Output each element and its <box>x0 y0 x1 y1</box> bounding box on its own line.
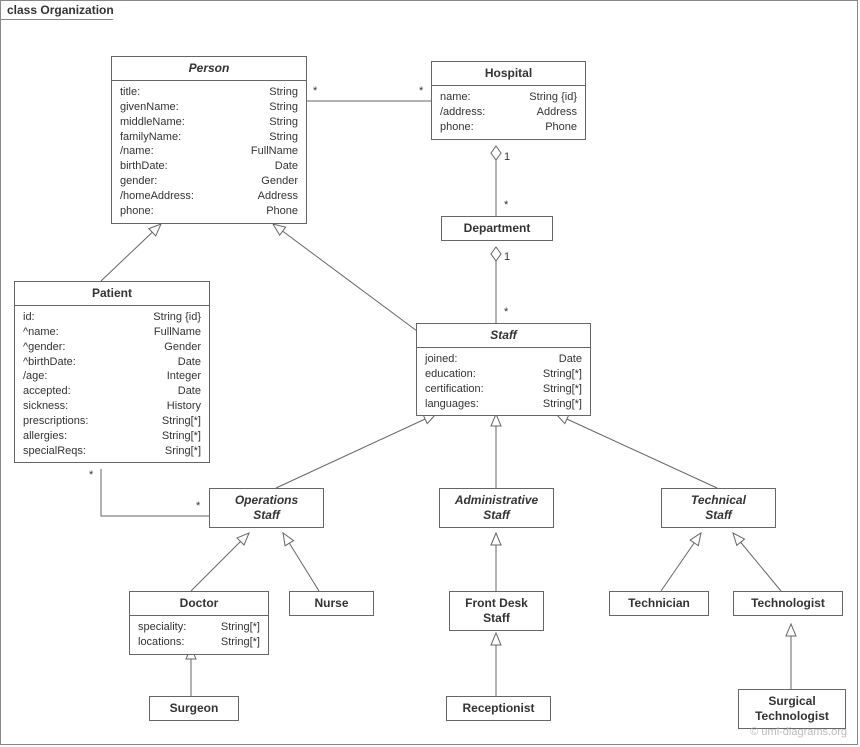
class-surgical-technologist-name: Surgical Technologist <box>739 690 845 728</box>
attribute-row: education:String[*] <box>425 367 582 382</box>
class-nurse-name: Nurse <box>290 592 373 615</box>
attribute-row: /age:Integer <box>23 369 201 384</box>
class-person-name: Person <box>112 57 306 81</box>
attribute-row: birthDate:Date <box>120 159 298 174</box>
class-technical-staff: Technical Staff <box>661 488 776 528</box>
class-staff-name: Staff <box>417 324 590 348</box>
class-hospital-name: Hospital <box>432 62 585 86</box>
class-surgeon: Surgeon <box>149 696 239 721</box>
attribute-row: /name:FullName <box>120 144 298 159</box>
class-doctor-name: Doctor <box>130 592 268 616</box>
class-patient-name: Patient <box>15 282 209 306</box>
class-operations-staff: Operations Staff <box>209 488 324 528</box>
class-department: Department <box>441 216 553 241</box>
class-nurse: Nurse <box>289 591 374 616</box>
attribute-row: gender:Gender <box>120 174 298 189</box>
attribute-row: /homeAddress:Address <box>120 189 298 204</box>
class-front-desk-staff: Front Desk Staff <box>449 591 544 631</box>
attribute-row: phone:Phone <box>120 204 298 219</box>
class-technologist: Technologist <box>733 591 843 616</box>
class-staff-attrs: joined:Dateeducation:String[*]certificat… <box>417 348 590 415</box>
class-receptionist-name: Receptionist <box>447 697 550 720</box>
attribute-row: specialReqs:Sring[*] <box>23 444 201 459</box>
class-person: Person title:StringgivenName:Stringmiddl… <box>111 56 307 224</box>
class-department-name: Department <box>442 217 552 240</box>
class-administrative-staff-name: Administrative Staff <box>440 489 553 527</box>
mult-patient-ops-left: * <box>89 469 93 481</box>
mult-patient-ops-right: * <box>196 500 200 512</box>
attribute-row: middleName:String <box>120 115 298 130</box>
mult-hospital-dept-star: * <box>504 199 508 211</box>
class-person-attrs: title:StringgivenName:StringmiddleName:S… <box>112 81 306 223</box>
mult-person-hospital-right: * <box>419 85 423 97</box>
class-front-desk-staff-name: Front Desk Staff <box>450 592 543 630</box>
class-staff: Staff joined:Dateeducation:String[*]cert… <box>416 323 591 416</box>
watermark: © uml-diagrams.org <box>750 726 847 738</box>
class-technical-staff-name: Technical Staff <box>662 489 775 527</box>
class-operations-staff-name: Operations Staff <box>210 489 323 527</box>
class-patient-attrs: id:String {id}^name:FullName^gender:Gend… <box>15 306 209 462</box>
class-surgeon-name: Surgeon <box>150 697 238 720</box>
class-administrative-staff: Administrative Staff <box>439 488 554 528</box>
attribute-row: id:String {id} <box>23 310 201 325</box>
class-technician: Technician <box>609 591 709 616</box>
attribute-row: ^gender:Gender <box>23 340 201 355</box>
class-hospital-attrs: name:String {id}/address:Addressphone:Ph… <box>432 86 585 139</box>
attribute-row: joined:Date <box>425 352 582 367</box>
attribute-row: title:String <box>120 85 298 100</box>
class-hospital: Hospital name:String {id}/address:Addres… <box>431 61 586 140</box>
attribute-row: locations:String[*] <box>138 635 260 650</box>
attribute-row: accepted:Date <box>23 384 201 399</box>
attribute-row: allergies:String[*] <box>23 429 201 444</box>
attribute-row: /address:Address <box>440 105 577 120</box>
class-receptionist: Receptionist <box>446 696 551 721</box>
attribute-row: speciality:String[*] <box>138 620 260 635</box>
mult-hospital-dept-one: 1 <box>504 151 510 163</box>
attribute-row: familyName:String <box>120 130 298 145</box>
mult-person-hospital-left: * <box>313 85 317 97</box>
attribute-row: ^birthDate:Date <box>23 355 201 370</box>
attribute-row: languages:String[*] <box>425 397 582 412</box>
class-technologist-name: Technologist <box>734 592 842 615</box>
attribute-row: name:String {id} <box>440 90 577 105</box>
class-technician-name: Technician <box>610 592 708 615</box>
class-doctor: Doctor speciality:String[*]locations:Str… <box>129 591 269 655</box>
frame-title: class Organization <box>0 0 125 20</box>
package-frame: class Organization <box>0 0 858 745</box>
class-patient: Patient id:String {id}^name:FullName^gen… <box>14 281 210 463</box>
attribute-row: phone:Phone <box>440 120 577 135</box>
mult-dept-staff-star: * <box>504 306 508 318</box>
attribute-row: prescriptions:String[*] <box>23 414 201 429</box>
class-doctor-attrs: speciality:String[*]locations:String[*] <box>130 616 268 654</box>
class-surgical-technologist: Surgical Technologist <box>738 689 846 729</box>
mult-dept-staff-one: 1 <box>504 251 510 263</box>
attribute-row: sickness:History <box>23 399 201 414</box>
attribute-row: ^name:FullName <box>23 325 201 340</box>
attribute-row: givenName:String <box>120 100 298 115</box>
attribute-row: certification:String[*] <box>425 382 582 397</box>
